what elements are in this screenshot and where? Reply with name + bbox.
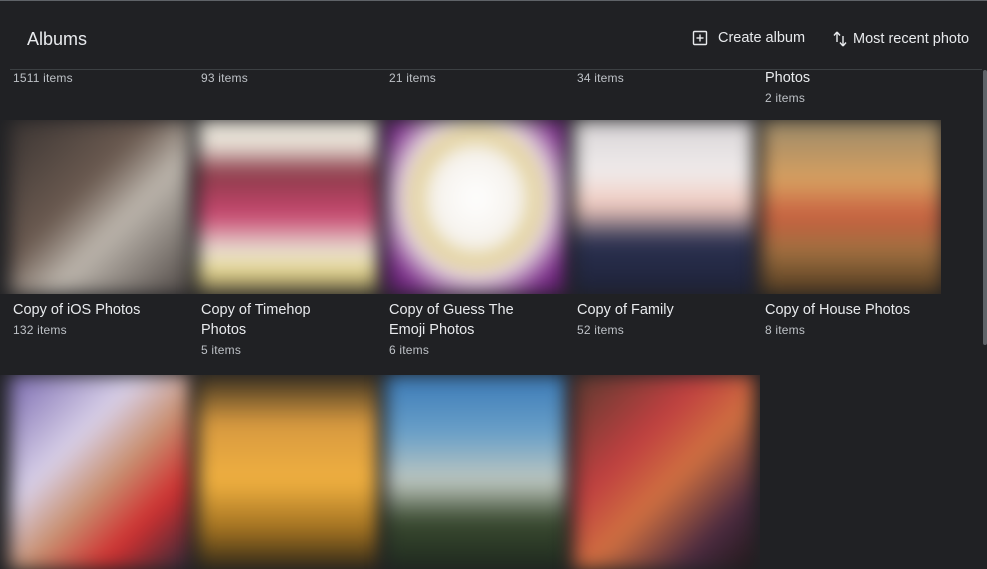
- album-card[interactable]: 1511 items: [13, 68, 193, 88]
- album-name: Copy of House Photos: [765, 302, 911, 318]
- top-border: [0, 0, 987, 1]
- thumbnail-strip: [0, 375, 760, 569]
- album-count: 21 items: [389, 71, 436, 85]
- album-thumbnail[interactable]: [762, 120, 941, 294]
- album-thumbnail[interactable]: [574, 120, 754, 294]
- album-thumbnail[interactable]: [386, 120, 566, 294]
- album-thumbnail[interactable]: [10, 375, 190, 569]
- album-count: 93 items: [201, 71, 248, 85]
- album-count: 52 items: [577, 323, 624, 337]
- album-name: Copy of iOS Photos: [13, 302, 141, 318]
- album-card[interactable]: Copy of Timehop Photos 5 items: [201, 300, 351, 360]
- album-card[interactable]: Copy of iOS Photos 132 items: [13, 300, 193, 340]
- album-count: 6 items: [389, 343, 430, 357]
- thumbnail-strip: [0, 120, 941, 294]
- album-card[interactable]: Copy of House Photos 8 items: [765, 300, 965, 340]
- album-count: 1511 items: [13, 71, 73, 85]
- sort-arrows-icon: [833, 31, 847, 47]
- album-card[interactable]: Copy of Family 52 items: [577, 300, 757, 340]
- album-thumbnail[interactable]: [198, 375, 378, 569]
- scrollbar[interactable]: [983, 70, 987, 345]
- sort-label: Most recent photo: [853, 31, 970, 47]
- create-album-button[interactable]: Create album: [692, 30, 805, 46]
- album-card[interactable]: Copy of Guess The Emoji Photos 6 items: [389, 300, 549, 360]
- album-count: 2 items: [765, 91, 806, 105]
- album-count: 34 items: [577, 71, 624, 85]
- page-title: Albums: [27, 29, 88, 49]
- album-name: Photos: [765, 70, 811, 86]
- create-album-label: Create album: [718, 30, 806, 46]
- album-name: Copy of Timehop Photos: [201, 302, 311, 338]
- album-count: 132 items: [13, 323, 67, 337]
- album-thumbnail[interactable]: [386, 375, 566, 569]
- album-name: Copy of Family: [577, 302, 674, 318]
- album-count: 5 items: [201, 343, 242, 357]
- album-name: Copy of Guess The Emoji Photos: [389, 302, 514, 338]
- album-card[interactable]: 93 items: [201, 68, 381, 88]
- album-card[interactable]: 34 items: [577, 68, 757, 88]
- album-card[interactable]: 21 items: [389, 68, 569, 88]
- album-thumbnail[interactable]: [574, 375, 754, 569]
- album-count: 8 items: [765, 323, 806, 337]
- add-box-icon: [692, 30, 708, 46]
- sort-button[interactable]: Most recent photo: [832, 30, 969, 48]
- album-card[interactable]: Photos 2 items: [765, 68, 945, 108]
- album-thumbnail[interactable]: [10, 120, 190, 294]
- album-thumbnail[interactable]: [198, 120, 378, 294]
- albums-header: Albums Create album Most recent photo: [10, 10, 982, 70]
